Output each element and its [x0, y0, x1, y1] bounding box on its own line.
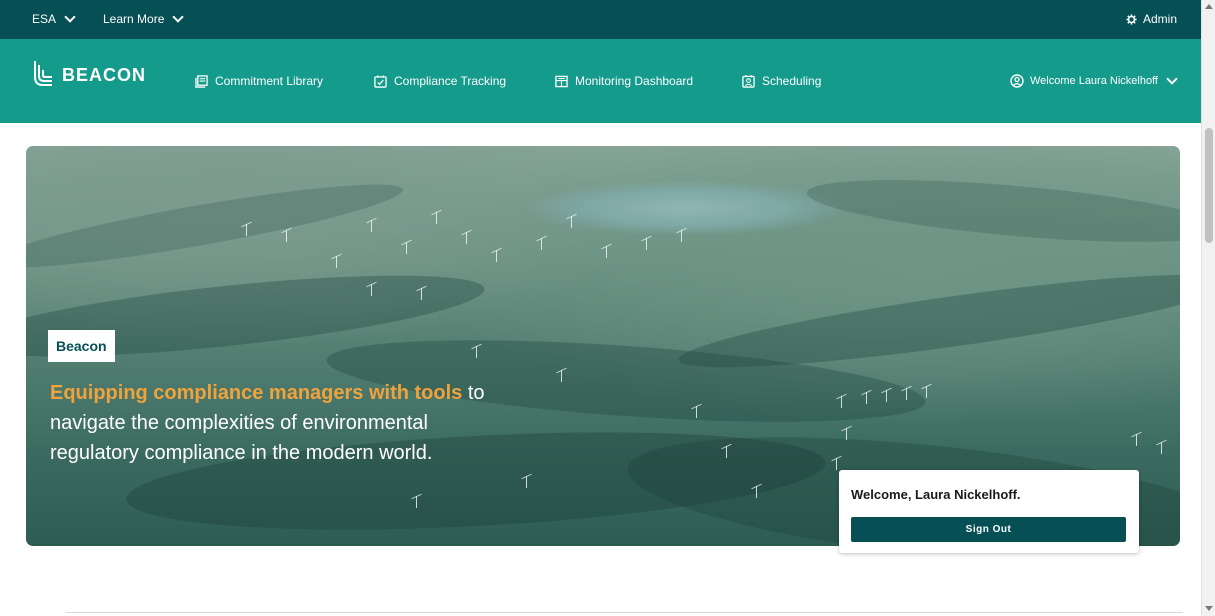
- welcome-card: Welcome, Laura Nickelhoff. Sign Out: [839, 470, 1139, 553]
- scheduling-icon: [742, 74, 755, 88]
- user-icon: [1010, 74, 1024, 88]
- nav-item-commitment-library[interactable]: Commitment Library: [195, 74, 323, 88]
- checkbox-icon: [374, 74, 387, 88]
- nav-label-commitment-library: Commitment Library: [215, 74, 324, 88]
- page-scrollbar[interactable]: [1201, 0, 1215, 616]
- nav-label-compliance-tracking: Compliance Tracking: [394, 74, 507, 88]
- logo-text: BEACON: [62, 65, 147, 85]
- user-menu[interactable]: Welcome Laura Nickelhoff: [1010, 73, 1178, 88]
- dashboard-icon: [555, 75, 568, 87]
- main-navbar: BEACON Commitment Library Compliance Tra…: [0, 39, 1201, 123]
- gear-icon: [1126, 13, 1137, 25]
- chevron-down-icon: [172, 11, 185, 23]
- admin-label: Admin: [1143, 12, 1178, 26]
- nav-label-scheduling: Scheduling: [762, 74, 822, 88]
- esa-dropdown[interactable]: ESA: [32, 11, 76, 26]
- esa-label: ESA: [32, 12, 57, 26]
- divider: [66, 612, 1183, 613]
- nav-item-compliance-tracking[interactable]: Compliance Tracking: [374, 74, 506, 88]
- welcome-card-text: Welcome, Laura Nickelhoff.: [851, 487, 1021, 502]
- sign-out-button[interactable]: Sign Out: [851, 517, 1126, 542]
- admin-link[interactable]: Admin: [1126, 12, 1177, 26]
- nav-label-monitoring-dashboard: Monitoring Dashboard: [575, 74, 694, 88]
- library-icon: [195, 74, 208, 88]
- scroll-up-arrow-icon[interactable]: [1205, 4, 1213, 9]
- nav-item-monitoring-dashboard[interactable]: Monitoring Dashboard: [555, 74, 693, 88]
- beacon-logo-icon: [34, 61, 52, 86]
- learn-more-label: Learn More: [103, 12, 165, 26]
- top-utility-bar: ESA Learn More Admin: [0, 0, 1201, 39]
- scroll-thumb[interactable]: [1205, 128, 1213, 243]
- hero-headline: Equipping compliance managers with tools…: [50, 378, 520, 468]
- headline-highlight: Equipping compliance managers with tools: [50, 382, 463, 404]
- user-menu-label: Welcome Laura Nickelhoff: [1030, 75, 1158, 87]
- chevron-down-icon: [64, 11, 76, 23]
- chevron-down-icon: [1166, 73, 1178, 85]
- scroll-down-arrow-icon[interactable]: [1205, 606, 1213, 611]
- hero-badge: Beacon: [48, 330, 115, 362]
- nav-item-scheduling[interactable]: Scheduling: [742, 74, 821, 88]
- learn-more-dropdown[interactable]: Learn More: [103, 11, 185, 26]
- beacon-logo[interactable]: BEACON: [32, 59, 146, 89]
